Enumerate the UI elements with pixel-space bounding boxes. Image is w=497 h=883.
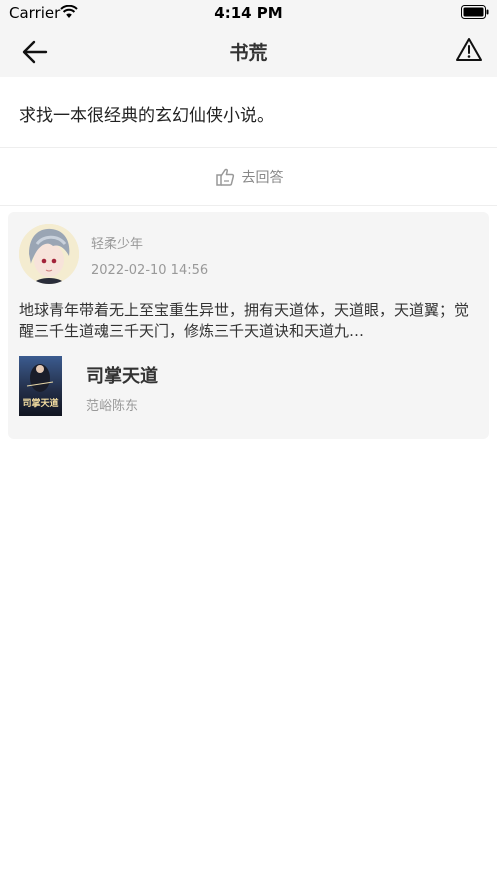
question-text: 求找一本很经典的玄幻仙侠小说。 — [19, 106, 274, 126]
answer-text: 地球青年带着无上至宝重生异世，拥有天道体，天道眼，天道翼；觉醒三千生道魂三千天门… — [19, 301, 470, 340]
status-bar: Carrier 4:14 PM — [0, 0, 497, 26]
timestamp: 2022-02-10 14:56 — [91, 263, 209, 278]
edit-hand-icon — [215, 168, 234, 186]
nav-bar: 书荒 — [0, 26, 497, 77]
answer-button[interactable]: 去回答 — [0, 148, 497, 205]
book-cover-title: 司掌天道 — [22, 399, 59, 409]
book-cover[interactable]: 司掌天道 — [19, 356, 62, 416]
book-title[interactable]: 司掌天道 — [86, 362, 158, 388]
battery-icon — [461, 5, 489, 19]
username[interactable]: 轻柔少年 — [91, 233, 143, 252]
page-title: 书荒 — [229, 42, 268, 64]
divider — [0, 205, 497, 206]
answer-button-label: 去回答 — [241, 169, 284, 186]
book-author: 范峪陈东 — [86, 399, 139, 414]
avatar-illustration-icon — [19, 224, 79, 284]
avatar[interactable] — [19, 224, 79, 284]
answer-card[interactable]: 轻柔少年 2022-02-10 14:56 地球青年带着无上至宝重生异世，拥有天… — [8, 212, 489, 439]
warning-triangle-icon[interactable] — [455, 37, 483, 63]
status-time: 4:14 PM — [214, 4, 283, 22]
